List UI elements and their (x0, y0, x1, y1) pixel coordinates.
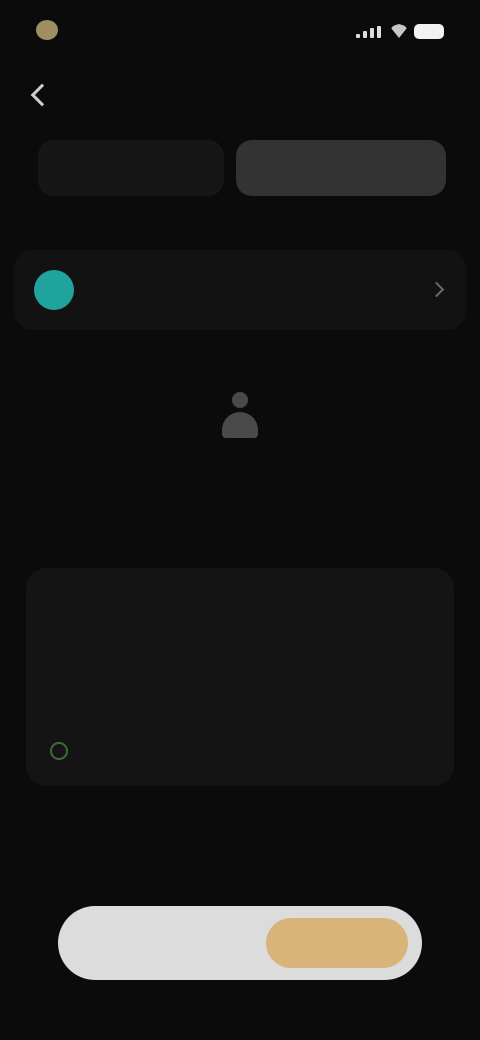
primary-action-button[interactable] (266, 918, 408, 968)
info-text (48, 586, 432, 718)
wifi-icon (390, 24, 408, 38)
info-link[interactable] (78, 740, 218, 762)
account-title (90, 274, 330, 294)
avatar-icon (34, 270, 74, 310)
tab-right[interactable] (236, 140, 446, 196)
action-bar (58, 906, 422, 980)
secondary-action-button[interactable] (72, 918, 262, 968)
empty-state-title (150, 458, 330, 482)
person-icon (220, 392, 260, 438)
info-card (26, 568, 454, 786)
battery-icon (414, 24, 444, 39)
footer-note (24, 850, 244, 870)
status-time (36, 18, 108, 40)
status-icons (338, 20, 448, 42)
chevron-left-icon (30, 83, 54, 107)
chevron-right-icon (428, 281, 445, 298)
status-bar (0, 0, 480, 62)
account-subtitle (90, 296, 270, 312)
cellular-signal-icon (356, 26, 382, 38)
section-label (22, 220, 82, 240)
account-row[interactable] (14, 250, 466, 330)
circle-check-icon (50, 742, 68, 760)
screen (0, 0, 480, 1040)
tab-left[interactable] (38, 140, 224, 196)
back-button[interactable] (22, 76, 60, 114)
